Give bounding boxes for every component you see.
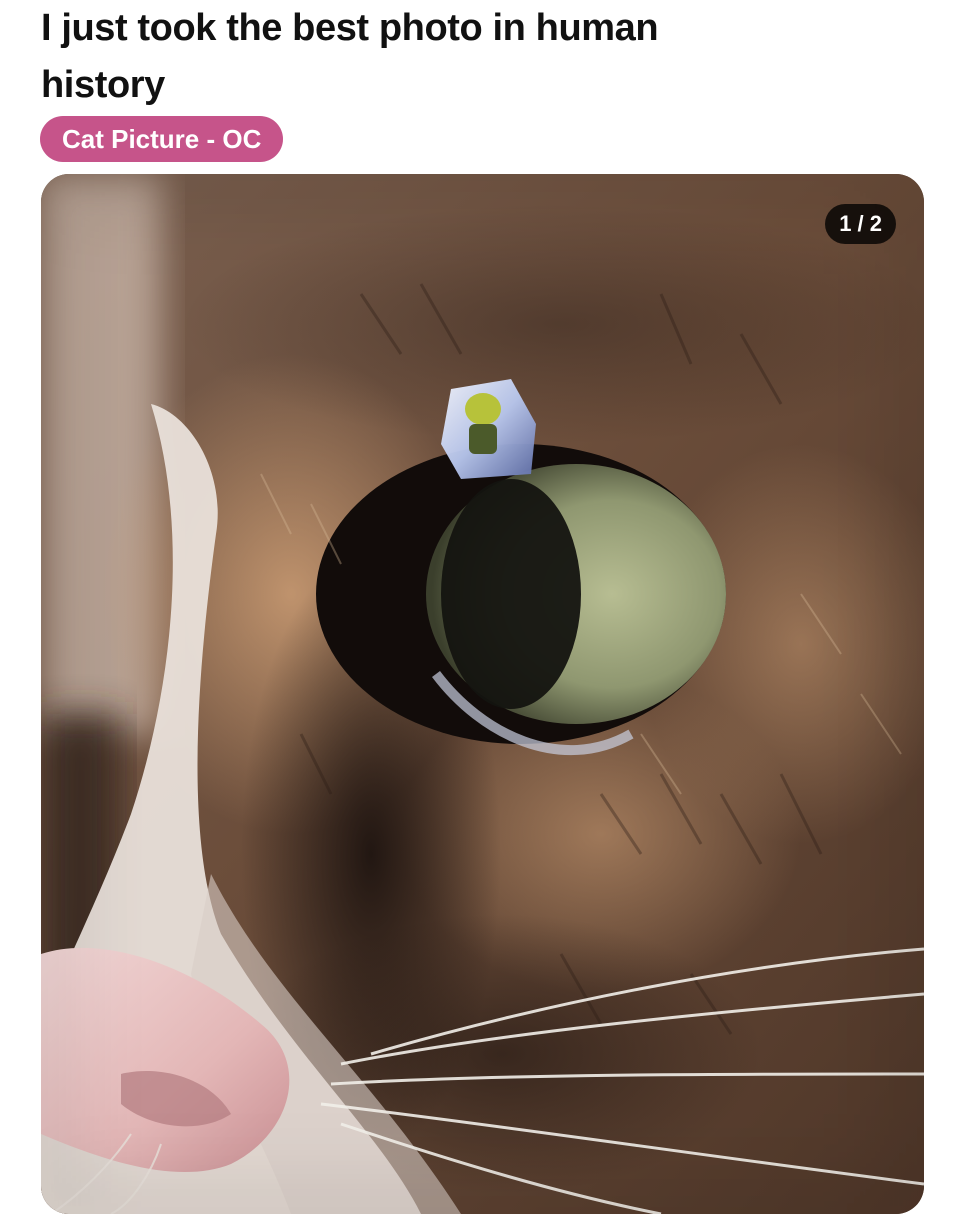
cat-photo[interactable] xyxy=(41,174,924,1214)
post-title: I just took the best photo in human hist… xyxy=(41,7,659,106)
flair-tag[interactable]: Cat Picture - OC xyxy=(40,116,284,162)
gallery-page-counter: 1 / 2 xyxy=(825,204,896,244)
gallery-media[interactable]: 1 / 2 xyxy=(41,174,924,1214)
